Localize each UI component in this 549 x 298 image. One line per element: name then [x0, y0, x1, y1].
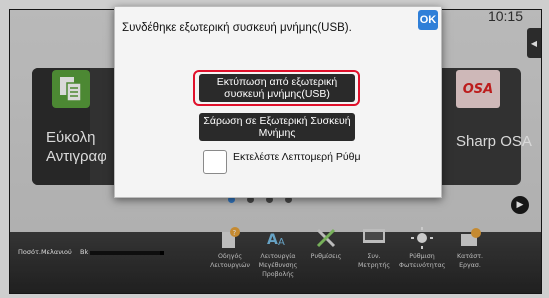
detailed-settings-checkbox[interactable]	[203, 150, 227, 174]
print-from-usb-button[interactable]: Εκτύπωση από εξωτερική συσκευή μνήμης(US…	[199, 74, 355, 102]
scan-to-usb-button[interactable]: Σάρωση σε Εξωτερική Συσκευή Μνήμης	[199, 113, 355, 141]
detailed-settings-label: Εκτελέστε Λεπτομερή Ρύθμ	[233, 151, 361, 163]
ok-button[interactable]: OK	[418, 10, 438, 30]
dialog-message: Συνδέθηκε εξωτερική συσκευή μνήμης(USB).	[122, 22, 352, 34]
